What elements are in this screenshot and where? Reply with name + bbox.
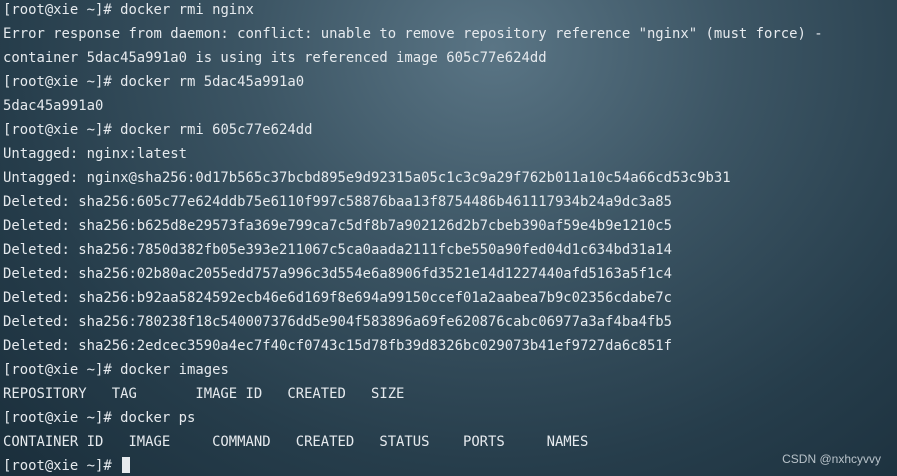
output-text: Deleted: sha256:2edcec3590a4ec7f40cf0743… (3, 338, 673, 354)
terminal-line: container 5dac45a991a0 is using its refe… (3, 46, 897, 70)
terminal-line: Deleted: sha256:605c77e624ddb75e6110f997… (3, 190, 897, 214)
shell-prompt: [root@xie ~]# (3, 2, 121, 18)
terminal-line: [root@xie ~]# docker rmi 605c77e624dd (3, 118, 897, 142)
output-text: Deleted: sha256:b625d8e29573fa369e799ca7… (3, 218, 673, 234)
terminal-line: Deleted: sha256:7850d382fb05e393e211067c… (3, 238, 897, 262)
output-text: container 5dac45a991a0 is using its refe… (3, 50, 547, 66)
command-text: docker images (120, 362, 229, 378)
text-cursor (122, 457, 131, 473)
output-text: CONTAINER ID IMAGE COMMAND CREATED STATU… (3, 434, 589, 450)
terminal-window[interactable]: [root@xie ~]# docker rmi nginx Error res… (0, 0, 897, 476)
output-text: 5dac45a991a0 (3, 98, 104, 114)
command-text: docker rmi 605c77e624dd (120, 122, 313, 138)
shell-prompt: [root@xie ~]# (3, 362, 121, 378)
terminal-line: REPOSITORY TAG IMAGE ID CREATED SIZE (3, 382, 897, 406)
terminal-line: Deleted: sha256:780238f18c540007376dd5e9… (3, 310, 897, 334)
terminal-line: [root@xie ~]# docker ps (3, 406, 897, 430)
terminal-line: Untagged: nginx:latest (3, 142, 897, 166)
output-text: Error response from daemon: conflict: un… (3, 26, 823, 42)
terminal-line: [root@xie ~]# docker rm 5dac45a991a0 (3, 70, 897, 94)
terminal-line: 5dac45a991a0 (3, 94, 897, 118)
shell-prompt: [root@xie ~]# (3, 74, 121, 90)
output-text: Deleted: sha256:7850d382fb05e393e211067c… (3, 242, 673, 258)
output-text: REPOSITORY TAG IMAGE ID CREATED SIZE (3, 386, 405, 402)
watermark: CSDN @nxhcyvvy (782, 452, 881, 466)
output-text: Deleted: sha256:b92aa5824592ecb46e6d169f… (3, 290, 673, 306)
terminal-line: Deleted: sha256:02b80ac2055edd757a996c3d… (3, 262, 897, 286)
command-text: docker rm 5dac45a991a0 (120, 74, 305, 90)
terminal-line: Error response from daemon: conflict: un… (3, 22, 897, 46)
output-text: Untagged: nginx:latest (3, 146, 187, 162)
terminal-line: Deleted: sha256:b92aa5824592ecb46e6d169f… (3, 286, 897, 310)
output-text: Untagged: nginx@sha256:0d17b565c37bcbd89… (3, 170, 731, 186)
terminal-output: [root@xie ~]# docker rmi nginx Error res… (3, 0, 897, 476)
terminal-line: [root@xie ~]# docker images (3, 358, 897, 382)
terminal-line: CONTAINER ID IMAGE COMMAND CREATED STATU… (3, 430, 897, 454)
terminal-line: Untagged: nginx@sha256:0d17b565c37bcbd89… (3, 166, 897, 190)
shell-prompt: [root@xie ~]# (3, 458, 121, 474)
terminal-line: Deleted: sha256:b625d8e29573fa369e799ca7… (3, 214, 897, 238)
output-text: Deleted: sha256:02b80ac2055edd757a996c3d… (3, 266, 673, 282)
output-text: Deleted: sha256:780238f18c540007376dd5e9… (3, 314, 673, 330)
command-text: docker rmi nginx (120, 2, 254, 18)
terminal-line: [root@xie ~]# (3, 454, 897, 476)
shell-prompt: [root@xie ~]# (3, 410, 121, 426)
terminal-line: Deleted: sha256:2edcec3590a4ec7f40cf0743… (3, 334, 897, 358)
terminal-line: [root@xie ~]# docker rmi nginx (3, 0, 897, 22)
command-text: docker ps (120, 410, 196, 426)
output-text: Deleted: sha256:605c77e624ddb75e6110f997… (3, 194, 673, 210)
shell-prompt: [root@xie ~]# (3, 122, 121, 138)
